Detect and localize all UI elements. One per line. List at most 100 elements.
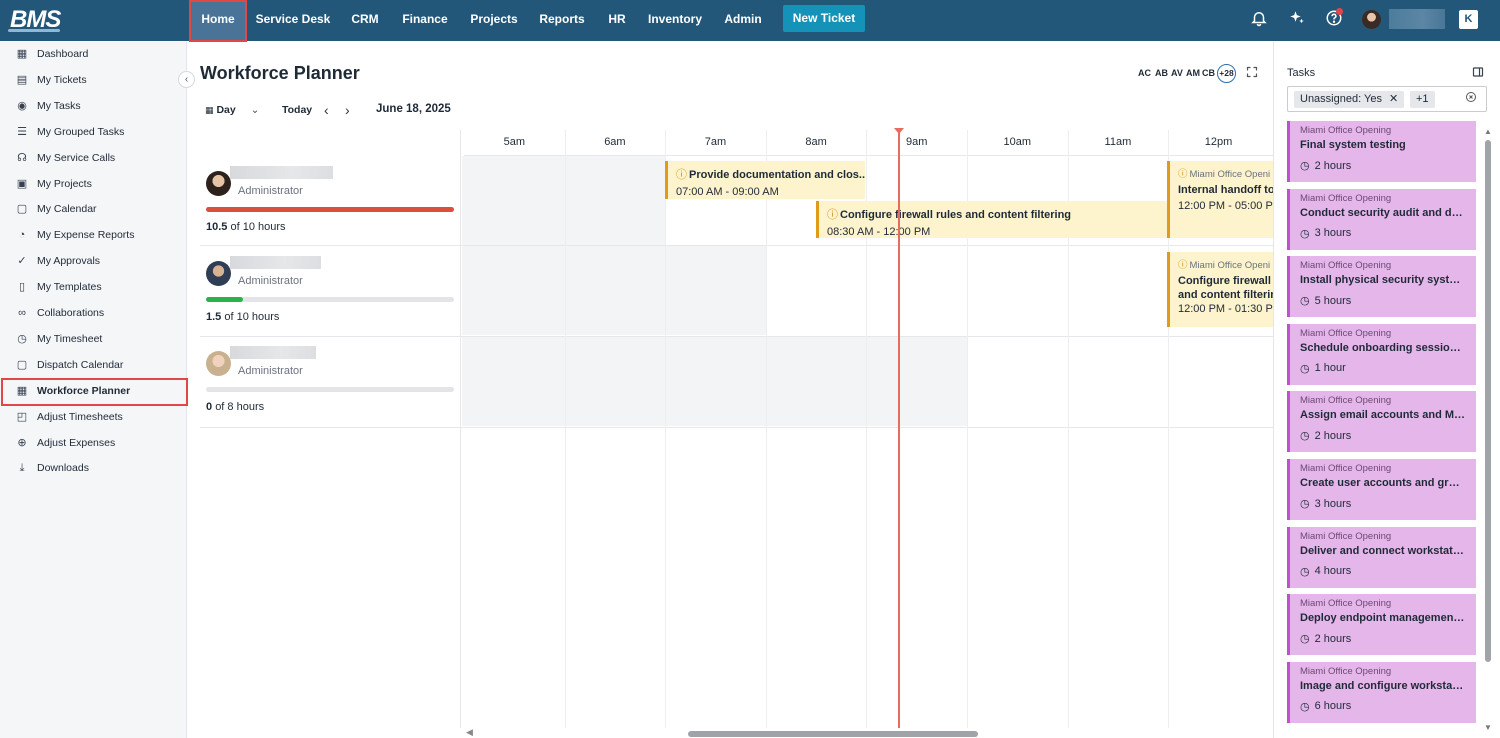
sidebar-item-my-calendar[interactable]: ▢ My Calendar xyxy=(0,197,187,221)
next-day-chevron-icon[interactable]: › xyxy=(345,102,350,118)
sidebar-item-my-service-calls[interactable]: ☊ My Service Calls xyxy=(0,146,187,170)
more-avatars-badge[interactable]: +28 xyxy=(1217,64,1236,83)
nav-service-desk[interactable]: Service Desk xyxy=(252,0,334,40)
close-icon[interactable]: ✕ xyxy=(1389,93,1398,105)
capacity-fill xyxy=(206,297,244,302)
sidebar-item-collaborations[interactable]: ∞ Collaborations xyxy=(0,301,187,325)
task-filter-box[interactable]: Unassigned: Yes ✕ +1 xyxy=(1287,86,1487,112)
nav-inventory[interactable]: Inventory xyxy=(644,0,706,40)
sidebar-item-adjust-timesheets[interactable]: ◰ Adjust Timesheets xyxy=(0,405,187,429)
task-card[interactable]: Miami Office Opening Create user accounts… xyxy=(1287,459,1476,520)
sidebar-item-adjust-expenses[interactable]: ⊕ Adjust Expenses xyxy=(0,431,187,455)
scroll-up-arrow-icon[interactable]: ▲ xyxy=(1484,127,1492,136)
task-title: Image and configure workstations xyxy=(1300,679,1466,692)
avatar-initials-cb[interactable]: CB xyxy=(1202,68,1215,78)
task-title: Schedule onboarding session for... xyxy=(1300,341,1466,354)
horizontal-scrollbar-thumb[interactable] xyxy=(688,731,978,737)
headset-icon: ☊ xyxy=(17,151,27,164)
task-card[interactable]: Miami Office Opening Deliver and connect … xyxy=(1287,526,1476,588)
resource-name-redacted xyxy=(230,166,333,179)
user-avatar[interactable] xyxy=(1362,10,1381,29)
task-card[interactable]: Miami Office Opening Image and configure … xyxy=(1287,661,1476,723)
sidebar-item-my-approvals[interactable]: ✓ My Approvals xyxy=(0,249,187,273)
prev-day-chevron-icon[interactable]: ‹ xyxy=(324,102,329,118)
sidebar-item-label: Dashboard xyxy=(37,48,89,60)
nav-reports[interactable]: Reports xyxy=(534,0,590,40)
task-card[interactable]: Miami Office Opening Schedule onboarding … xyxy=(1287,323,1476,385)
task-title: Create user accounts and group ... xyxy=(1300,477,1466,489)
event-configure-firewall-2[interactable]: ⓘ Miami Office Openi Configure firewall r… xyxy=(1167,252,1273,327)
sidebar-item-my-tickets[interactable]: ▤ My Tickets xyxy=(0,68,187,92)
app-switcher-icon[interactable]: K xyxy=(1459,10,1478,29)
panel-toggle-icon[interactable] xyxy=(1472,66,1484,81)
task-card[interactable]: Miami Office Opening Final system testing… xyxy=(1287,121,1476,182)
ticket-icon: ▤ xyxy=(16,73,28,86)
scheduled-hours: 10.5 xyxy=(206,221,228,233)
vertical-scrollbar-thumb[interactable] xyxy=(1485,140,1491,662)
bell-icon[interactable] xyxy=(1248,9,1270,31)
nav-admin[interactable]: Admin xyxy=(718,0,768,40)
clear-filter-icon[interactable] xyxy=(1465,91,1477,106)
event-configure-firewall[interactable]: ⓘ Configure firewall rules and content fi… xyxy=(816,201,1168,238)
sidebar-item-label: My Service Calls xyxy=(37,151,116,164)
task-duration-value: 4 hours xyxy=(1314,565,1352,578)
task-card[interactable]: Miami Office Opening Conduct security aud… xyxy=(1287,188,1476,250)
sidebar-item-dispatch-calendar[interactable]: ▢ Dispatch Calendar xyxy=(0,353,187,377)
notification-dot xyxy=(1336,8,1343,15)
event-internal-handoff[interactable]: ⓘ Miami Office Openi Internal handoff to … xyxy=(1167,161,1273,238)
event-provide-documentation[interactable]: ⓘ Provide documentation and clos... 07:00… xyxy=(665,161,865,199)
sidebar-item-my-timesheet[interactable]: ◷ My Timesheet xyxy=(0,327,187,351)
task-title: Assign email accounts and M36... xyxy=(1300,409,1466,422)
row-divider xyxy=(200,245,1273,246)
fullscreen-icon[interactable] xyxy=(1246,66,1258,81)
view-selector[interactable]: ▦ Day ⌄ xyxy=(205,104,259,116)
highlight-home xyxy=(189,0,247,42)
nav-hr[interactable]: HR xyxy=(602,0,632,40)
collaboration-icon: ∞ xyxy=(18,307,26,319)
new-ticket-button[interactable]: New Ticket xyxy=(783,5,865,32)
download-icon: ⤓ xyxy=(19,462,25,475)
avatar-initials-ac[interactable]: AC xyxy=(1138,68,1151,78)
task-card[interactable]: Miami Office Opening Deploy endpoint mana… xyxy=(1287,594,1476,656)
scroll-down-arrow-icon[interactable]: ▼ xyxy=(1484,723,1492,732)
clock-icon: ◷ xyxy=(1300,295,1310,308)
sparkle-icon[interactable] xyxy=(1286,9,1308,31)
filter-chip-unassigned[interactable]: Unassigned: Yes ✕ xyxy=(1294,91,1405,108)
scroll-left-arrow-icon[interactable]: ◀ xyxy=(466,727,473,738)
task-project: Miami Office Opening xyxy=(1300,327,1392,339)
nav-projects[interactable]: Projects xyxy=(464,0,524,40)
capacity-hours: of 8 hours xyxy=(215,401,265,413)
sidebar-item-dashboard[interactable]: ▦ Dashboard xyxy=(0,42,187,66)
task-card[interactable]: Miami Office Opening Install physical sec… xyxy=(1287,256,1476,318)
sidebar-collapse-chevron-icon[interactable]: ‹ xyxy=(178,71,195,88)
task-card[interactable]: Miami Office Opening Assign email account… xyxy=(1287,391,1476,453)
task-project: Miami Office Opening xyxy=(1300,125,1392,136)
nav-finance[interactable]: Finance xyxy=(398,0,452,40)
task-project: Miami Office Opening xyxy=(1300,395,1392,407)
task-duration: ◷ 1 hour xyxy=(1300,362,1466,375)
avatar-initials-am[interactable]: AM xyxy=(1186,68,1200,78)
current-time-line xyxy=(898,133,900,728)
filter-more-chip[interactable]: +1 xyxy=(1410,91,1435,108)
avatar-initials-av[interactable]: AV xyxy=(1171,68,1183,78)
sidebar-item-my-expense-reports[interactable]: ◔ My Expense Reports xyxy=(0,223,187,247)
task-duration-value: 2 hours xyxy=(1314,632,1352,645)
calendar-small-icon: ▦ xyxy=(205,105,214,115)
today-button[interactable]: Today xyxy=(282,104,312,116)
hour-label: 9am xyxy=(905,136,928,148)
task-title: Final system testing xyxy=(1300,139,1406,151)
sidebar-item-label: My Projects xyxy=(37,177,92,190)
unavailable-block xyxy=(462,156,665,245)
sidebar-item-my-projects[interactable]: ▣ My Projects xyxy=(0,172,187,196)
avatar-initials-ab[interactable]: AB xyxy=(1155,68,1168,78)
sidebar-item-my-grouped-tasks[interactable]: ☰ My Grouped Tasks xyxy=(0,120,187,144)
task-duration-value: 3 hours xyxy=(1314,497,1352,510)
sidebar-item-my-tasks[interactable]: ◉ My Tasks xyxy=(0,94,187,118)
capacity-bar xyxy=(206,297,454,302)
highlight-workforce-planner xyxy=(1,378,188,406)
sidebar-item-label: Downloads xyxy=(37,462,89,475)
nav-crm[interactable]: CRM xyxy=(344,0,386,40)
sidebar-item-downloads[interactable]: ⤓ Downloads xyxy=(0,456,187,480)
user-name-redacted[interactable] xyxy=(1389,9,1445,29)
sidebar-item-my-templates[interactable]: ▯ My Templates xyxy=(0,275,187,299)
